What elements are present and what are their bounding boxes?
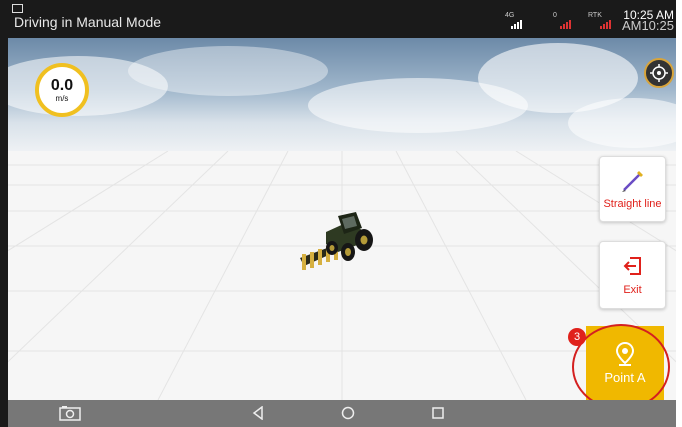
speed-gauge: 0.0 m/s bbox=[35, 63, 89, 117]
back-button[interactable] bbox=[246, 404, 270, 422]
home-icon bbox=[341, 406, 355, 420]
network-label: 4G bbox=[505, 12, 515, 19]
left-edge bbox=[0, 0, 8, 427]
screenshot-button[interactable] bbox=[58, 404, 82, 422]
page-title: Driving in Manual Mode bbox=[14, 14, 162, 30]
app-window: Driving in Manual Mode 4G 0 RTK 10:25 AM… bbox=[0, 0, 682, 427]
exit-icon bbox=[623, 257, 641, 275]
network-signal-icon bbox=[511, 20, 522, 29]
navigation-bar bbox=[8, 400, 676, 427]
step-badge: 3 bbox=[568, 328, 586, 346]
tractor-model bbox=[300, 212, 373, 270]
notification-icon bbox=[12, 4, 23, 13]
sky-background bbox=[8, 38, 676, 151]
screenshot-icon bbox=[59, 406, 81, 421]
clock-shadow: AM10:25 bbox=[621, 18, 674, 33]
back-icon bbox=[252, 406, 263, 420]
rtk-signal-icon bbox=[600, 20, 611, 29]
speed-value: 0.0 bbox=[50, 76, 74, 94]
locate-icon bbox=[650, 64, 668, 82]
right-edge bbox=[676, 0, 682, 427]
pencil-line-icon bbox=[621, 171, 643, 192]
locate-button[interactable] bbox=[644, 58, 674, 88]
satellite-signal-icon bbox=[560, 20, 571, 29]
straight-line-label: Straight line bbox=[603, 198, 662, 210]
exit-label: Exit bbox=[623, 284, 642, 296]
status-bar: Driving in Manual Mode 4G 0 RTK 10:25 AM… bbox=[8, 0, 676, 38]
home-button[interactable] bbox=[336, 404, 360, 422]
exit-button[interactable]: Exit bbox=[599, 241, 666, 309]
recents-button[interactable] bbox=[426, 404, 450, 422]
rtk-label: RTK bbox=[588, 12, 602, 19]
satellite-count: 0 bbox=[553, 12, 557, 19]
highlight-ring bbox=[572, 324, 670, 400]
straight-line-button[interactable]: Straight line bbox=[599, 156, 666, 222]
speed-unit: m/s bbox=[55, 93, 69, 103]
map-scene[interactable]: 0.0 m/s Straight line Exit Point A 3 bbox=[8, 38, 676, 400]
recents-icon bbox=[432, 407, 444, 419]
